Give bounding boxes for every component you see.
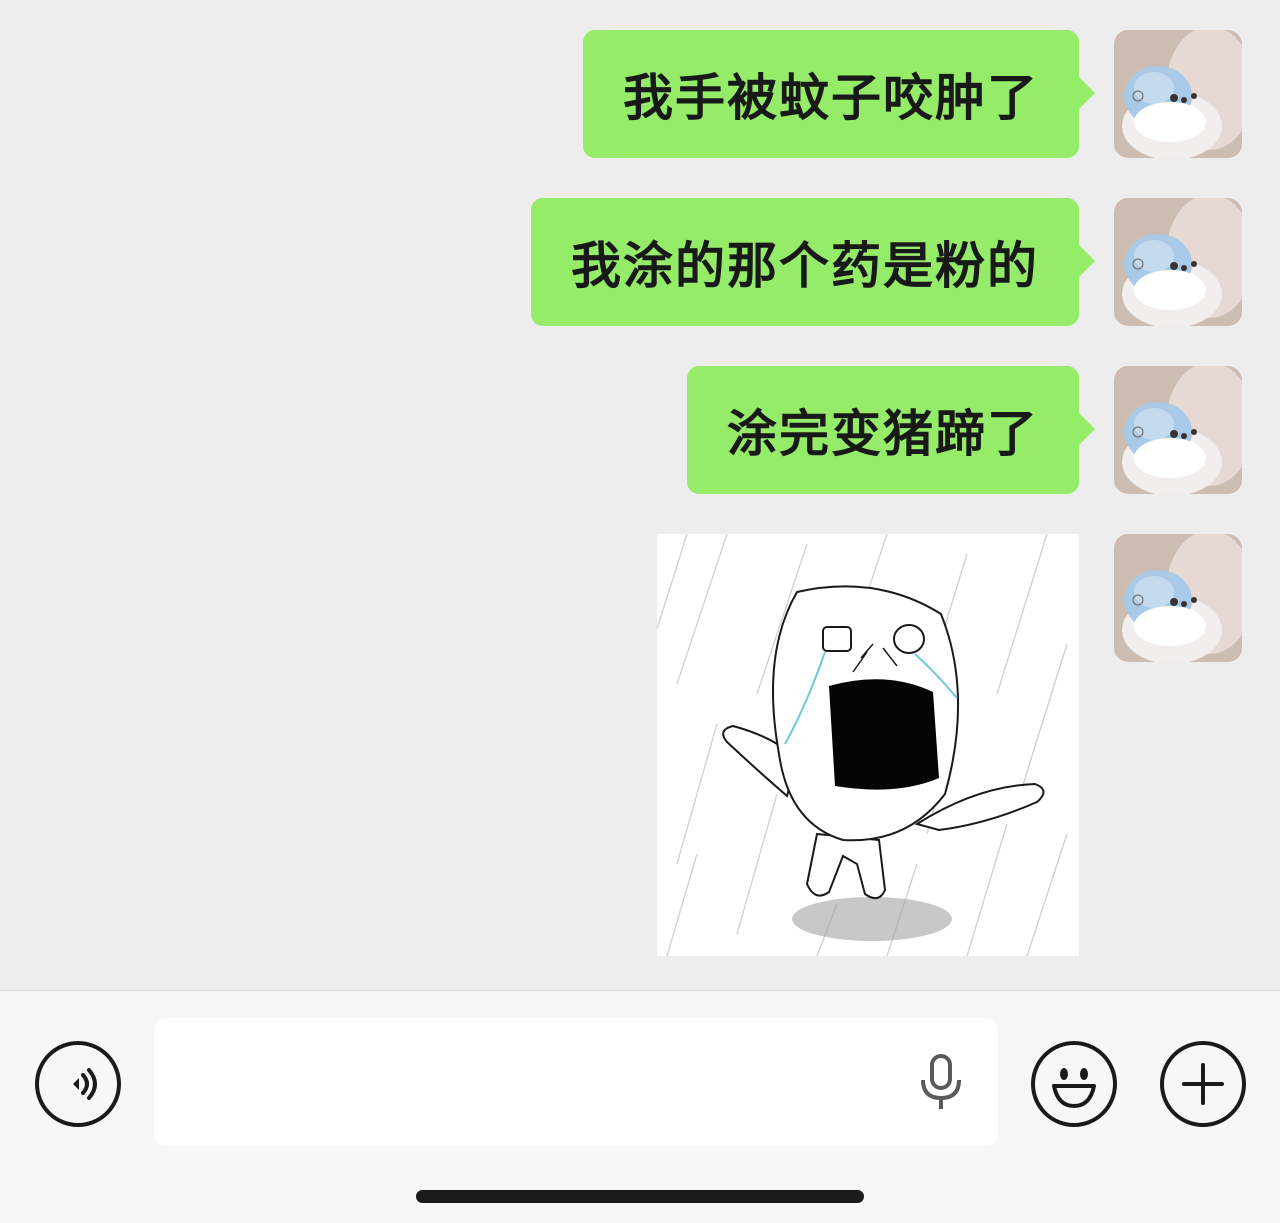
message-row xyxy=(0,534,1242,956)
avatar[interactable] xyxy=(1114,534,1242,662)
emoji-icon xyxy=(1052,1068,1096,1108)
message-input[interactable] xyxy=(154,1018,998,1146)
microphone-button[interactable] xyxy=(918,1054,964,1116)
chat-message-list[interactable]: 我手被蚊子咬肿了 我涂的那个药是粉的 涂完变猪蹄了 xyxy=(0,0,1280,990)
message-text: 我涂的那个药是粉的 xyxy=(571,237,1039,295)
message-text: 涂完变猪蹄了 xyxy=(727,405,1039,463)
message-row: 涂完变猪蹄了 xyxy=(0,366,1242,494)
emoji-button[interactable] xyxy=(1031,1041,1117,1127)
message-bubble[interactable]: 我涂的那个药是粉的 xyxy=(531,198,1095,326)
input-bar xyxy=(0,990,1280,1223)
plus-icon xyxy=(1182,1063,1224,1105)
message-row: 我涂的那个药是粉的 xyxy=(0,198,1242,326)
avatar[interactable] xyxy=(1114,366,1242,494)
avatar[interactable] xyxy=(1114,30,1242,158)
message-text: 我手被蚊子咬肿了 xyxy=(623,69,1039,127)
voice-mode-button[interactable] xyxy=(35,1041,121,1127)
message-bubble[interactable]: 我手被蚊子咬肿了 xyxy=(583,30,1095,158)
voice-mode-icon xyxy=(73,1068,97,1100)
message-row: 我手被蚊子咬肿了 xyxy=(0,30,1242,158)
microphone-icon xyxy=(921,1054,961,1109)
more-options-button[interactable] xyxy=(1160,1041,1246,1127)
crying-face-sticker[interactable] xyxy=(657,534,1079,956)
avatar[interactable] xyxy=(1114,198,1242,326)
home-indicator[interactable] xyxy=(416,1190,864,1203)
message-bubble[interactable]: 涂完变猪蹄了 xyxy=(687,366,1095,494)
